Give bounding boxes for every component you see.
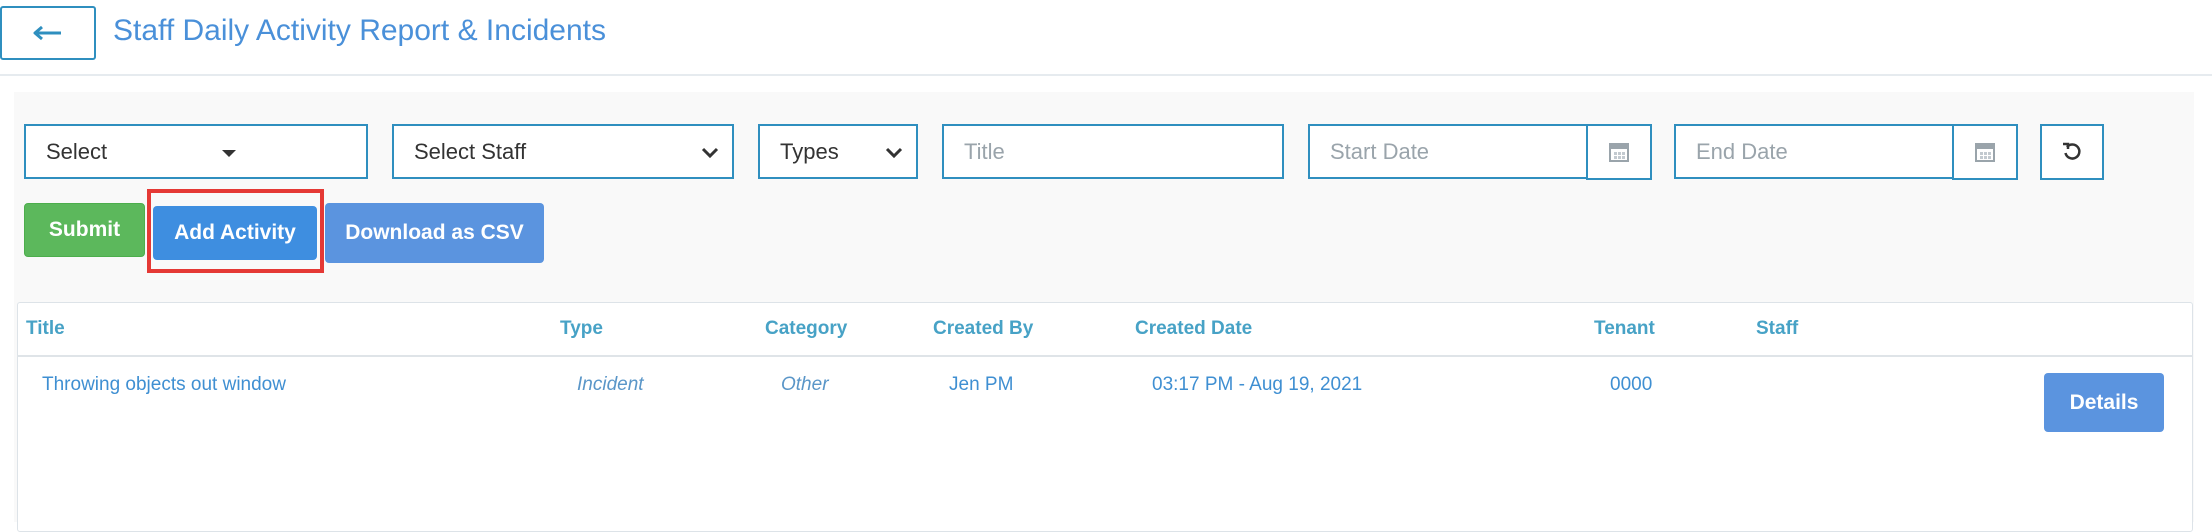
row-tenant: 0000 [1610, 374, 1653, 395]
chevron-down-icon [701, 147, 719, 159]
page-title: Staff Daily Activity Report & Incidents [113, 14, 606, 47]
select-dropdown[interactable]: Select [24, 124, 368, 179]
column-header-tenant[interactable]: Tenant [1594, 318, 1655, 340]
types-select[interactable]: Types [758, 124, 918, 179]
row-created-by: Jen PM [949, 374, 1014, 395]
caret-down-icon [222, 150, 236, 157]
row-category: Other [781, 374, 829, 395]
refresh-icon [2063, 142, 2081, 160]
activity-table [17, 302, 2193, 532]
end-date-placeholder: End Date [1696, 138, 1788, 164]
download-csv-button[interactable]: Download as CSV [325, 203, 544, 263]
start-date-calendar-button[interactable] [1586, 124, 1652, 180]
staff-select[interactable]: Select Staff [392, 124, 734, 179]
calendar-icon [1609, 143, 1629, 162]
row-type: Incident [577, 374, 644, 395]
end-date-input[interactable]: End Date [1674, 124, 1956, 179]
title-input[interactable]: Title [942, 124, 1284, 179]
row-title-link[interactable]: Throwing objects out window [42, 374, 286, 396]
back-button[interactable] [0, 6, 96, 60]
header-divider [0, 74, 2212, 76]
chevron-down-icon [885, 147, 903, 159]
end-date-calendar-button[interactable] [1952, 124, 2018, 180]
add-activity-button[interactable]: Add Activity [153, 206, 317, 260]
calendar-icon [1975, 143, 1995, 162]
reset-filters-button[interactable] [2040, 124, 2104, 180]
column-header-created-date[interactable]: Created Date [1135, 318, 1252, 340]
submit-button[interactable]: Submit [24, 203, 145, 257]
column-header-title[interactable]: Title [26, 318, 65, 340]
types-select-value: Types [780, 138, 839, 164]
row-created-date: 03:17 PM - Aug 19, 2021 [1152, 374, 1363, 395]
column-header-created-by[interactable]: Created By [933, 318, 1033, 340]
staff-select-value: Select Staff [414, 138, 527, 164]
column-header-type[interactable]: Type [560, 318, 603, 340]
start-date-input[interactable]: Start Date [1308, 124, 1590, 179]
select-value: Select [46, 138, 108, 164]
start-date-placeholder: Start Date [1330, 138, 1430, 164]
title-input-placeholder: Title [964, 138, 1005, 164]
arrow-left-icon [33, 25, 61, 41]
details-button[interactable]: Details [2044, 373, 2164, 432]
table-header-divider [17, 355, 2193, 357]
column-header-staff[interactable]: Staff [1756, 318, 1798, 340]
column-header-category[interactable]: Category [765, 318, 847, 340]
